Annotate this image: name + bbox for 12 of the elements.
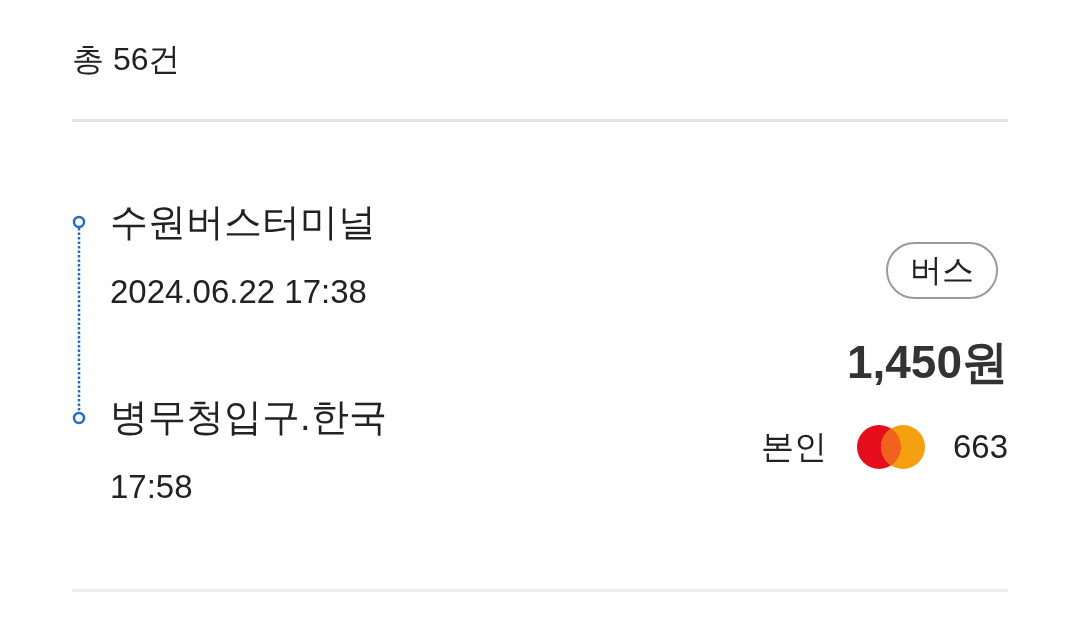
total-count: 총 56건 [72, 40, 181, 79]
trip-card[interactable]: 수원버스터미널 2024.06.22 17:38 병무청입구.한국 17:58 버스 1,450원 본인 663 [72, 122, 1008, 592]
card-number: 663 [952, 427, 1008, 467]
payer-label: 본인 [760, 427, 827, 467]
origin-stop-name: 수원버스터미널 [110, 200, 377, 245]
arrival-time: 17:58 [110, 467, 194, 507]
departure-time: 2024.06.22 17:38 [110, 272, 368, 312]
destination-stop-name: 병무청입구.한국 [110, 395, 387, 440]
card-logo-icon [856, 425, 925, 469]
fare-amount: 1,450원 [846, 335, 1008, 390]
transport-type-badge: 버스 [886, 242, 998, 299]
route-timeline-icon [72, 215, 86, 425]
